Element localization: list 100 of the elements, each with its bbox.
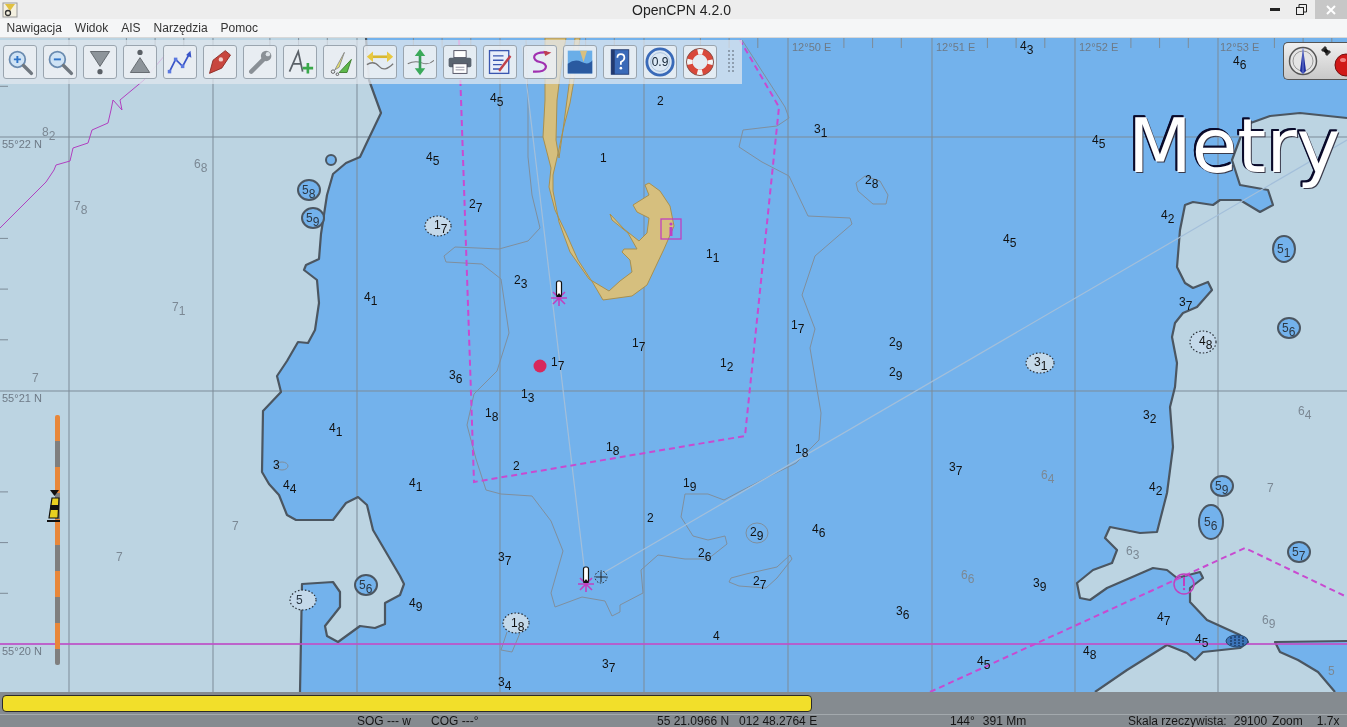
depth-sounding: 4 <box>713 629 720 643</box>
toolbar-button[interactable] <box>203 45 237 79</box>
tick-mark <box>1187 38 1189 49</box>
window-title: OpenCPN 4.2.0 <box>631 1 732 18</box>
tick-mark <box>0 288 9 290</box>
cursor-latitude: 55 21.0966 N <box>657 715 730 727</box>
dial-icon <box>645 47 675 77</box>
tick-mark <box>0 491 9 493</box>
cog-readout: COG ---° <box>431 715 479 727</box>
danger-area <box>1025 352 1055 374</box>
tick-mark <box>872 38 874 49</box>
tick-mark <box>1159 38 1161 49</box>
satellite-icon <box>1320 45 1332 57</box>
depth-sounding: 7 <box>1267 481 1274 495</box>
toolbar-button[interactable] <box>563 45 597 79</box>
cursor-longitude: 012 48.2764 E <box>739 715 818 727</box>
toolbar-button[interactable] <box>283 45 317 79</box>
printer-icon <box>446 48 474 76</box>
scale-value: 29100 <box>1233 715 1268 727</box>
longitude-label: 12°51 E <box>936 41 976 54</box>
depth-sounding: 5 <box>1328 664 1335 678</box>
tick-mark <box>986 38 988 49</box>
grip-icon[interactable] <box>728 49 734 75</box>
depth-sounding: 2 <box>647 511 654 525</box>
tick-mark <box>900 38 902 49</box>
latitude-label: 55°22 N <box>2 138 42 151</box>
checklist-icon <box>486 48 514 76</box>
dial-button[interactable]: 0.9 <box>643 45 677 79</box>
tick-mark <box>1273 38 1275 49</box>
dot-marker-icon <box>533 359 547 373</box>
dotted-plus-icon <box>594 570 608 584</box>
depth-sounding: 7 <box>116 550 123 564</box>
menu-item[interactable]: Pomoc <box>214 21 265 35</box>
tick-mark <box>1015 38 1017 49</box>
danger-area <box>502 612 530 634</box>
life-ring-icon <box>686 48 714 76</box>
danger-area <box>289 589 317 611</box>
depth-sounding: 5 <box>296 593 303 607</box>
scale-label: Skala rzeczywista: <box>1128 715 1227 727</box>
tick-mark <box>843 38 845 49</box>
cursor-bearing: 144° <box>950 715 975 727</box>
depth-contour <box>275 461 289 471</box>
depth-contour <box>855 175 889 205</box>
app-icon <box>2 1 18 18</box>
toolbar-button[interactable] <box>683 45 717 79</box>
longitude-label: 12°53 E <box>1220 41 1260 54</box>
latitude-label: 55°21 N <box>2 392 42 405</box>
sog-readout: SOG --- w <box>357 715 411 727</box>
polyline-arrow-icon <box>166 48 194 76</box>
zoom-label: Zoom <box>1272 715 1303 727</box>
wrench-icon <box>246 48 274 76</box>
zoom-in-icon <box>6 48 34 76</box>
shoal-patch <box>325 154 337 166</box>
depth-sounding: 2 <box>657 94 664 108</box>
exclamation-circle-icon <box>1173 573 1195 595</box>
tick-mark <box>0 237 9 239</box>
toolbar-button[interactable] <box>523 45 557 79</box>
letter-plus-icon <box>286 48 314 76</box>
tick-mark <box>0 85 9 87</box>
tick-mark <box>757 38 759 49</box>
toolbar-button[interactable] <box>83 45 117 79</box>
menu-item[interactable]: AIS <box>114 21 148 35</box>
tick-mark <box>1044 38 1046 49</box>
tick-mark <box>0 542 9 544</box>
tick-mark <box>0 339 9 341</box>
beacon-icon <box>550 280 568 307</box>
compass-icon[interactable] <box>1288 46 1318 76</box>
shoal-patch <box>1198 504 1224 540</box>
tick-mark <box>1130 38 1132 49</box>
zoom-value: 1.7x <box>1316 715 1340 727</box>
danger-area <box>1189 330 1217 354</box>
longitude-label: 12°50 E <box>792 41 832 54</box>
restore-icon <box>1296 4 1307 15</box>
toolbar-button[interactable] <box>163 45 197 79</box>
toolbar-button[interactable] <box>483 45 517 79</box>
beacon-icon <box>577 566 595 593</box>
menu-item[interactable]: Widok <box>68 21 115 35</box>
menu-item[interactable]: Narzędzia <box>147 21 215 35</box>
longitude-label: 12°52 E <box>1079 41 1119 54</box>
minimize-icon <box>1269 8 1280 11</box>
tick-mark <box>0 592 9 594</box>
danger-area <box>424 215 452 237</box>
zoom-out-icon <box>46 48 74 76</box>
landscape-icon <box>566 48 594 76</box>
hatched-oval-icon <box>1225 634 1249 648</box>
depth-contour <box>500 631 521 653</box>
chart-key[interactable] <box>2 694 812 712</box>
boat-icon <box>206 48 234 76</box>
depth-sounding: 7 <box>232 519 239 533</box>
buoy-icon <box>46 488 62 522</box>
menu-item[interactable]: Nawigacja <box>0 21 69 35</box>
toolbar-button[interactable] <box>443 45 477 79</box>
depth-sounding: 7 <box>32 371 39 385</box>
latitude-label: 55°20 N <box>2 645 42 658</box>
depth-sounding: 3 <box>273 458 280 472</box>
vertical-arrows-icon <box>406 48 434 76</box>
cursor-distance: 391 Mm <box>982 715 1027 727</box>
toolbar-button[interactable] <box>603 45 637 79</box>
depth-sounding: 1 <box>600 151 607 165</box>
toolbar-button[interactable] <box>123 45 157 79</box>
